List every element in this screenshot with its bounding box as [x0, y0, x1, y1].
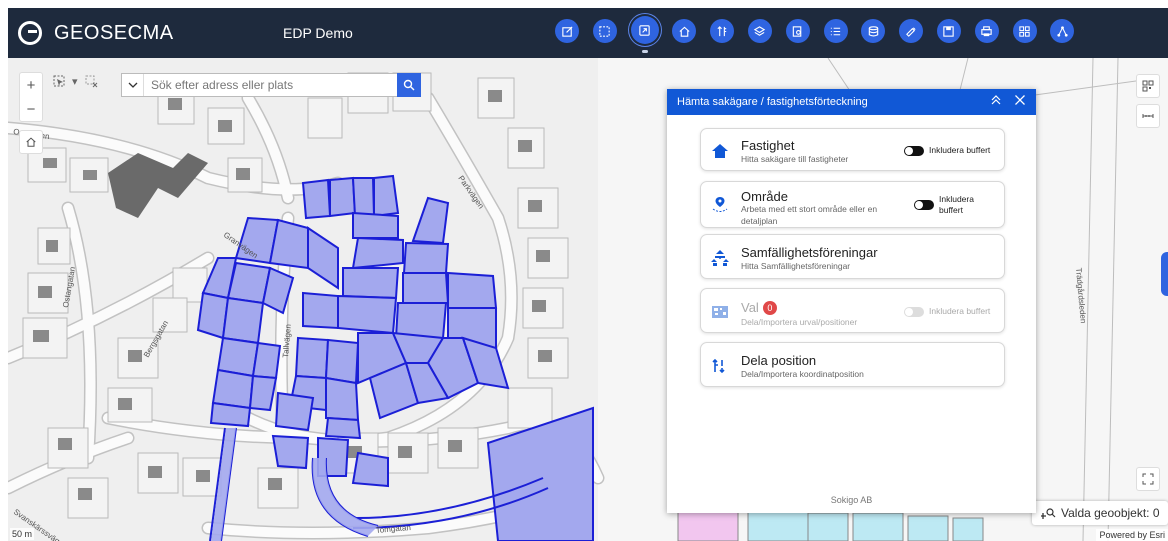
buffer-toggle[interactable]: Inkludera buffert	[914, 194, 989, 216]
qr-icon	[1142, 80, 1154, 92]
search-bar	[121, 73, 421, 97]
association-icon	[711, 250, 729, 266]
card-title-text: Val	[741, 300, 759, 315]
position-icon	[712, 358, 725, 374]
layers-icon	[754, 25, 766, 36]
sort-icon	[717, 25, 726, 36]
sort-tool-button[interactable]	[710, 19, 735, 43]
layers-tool-button[interactable]	[747, 19, 772, 43]
grid-icon	[1019, 25, 1030, 37]
card-subtitle: Dela/Importera koordinatposition	[741, 369, 864, 379]
clear-selection-icon[interactable]	[84, 74, 98, 88]
logo: GEOSECMA	[18, 21, 174, 45]
select-pointer-icon[interactable]	[52, 74, 66, 88]
app-title: EDP Demo	[283, 25, 353, 41]
select-dropdown-icon[interactable]: ▾	[72, 75, 78, 88]
card-title: Område	[741, 189, 788, 204]
edit-tool-button[interactable]	[555, 19, 579, 43]
panel-footer: Sokigo AB	[830, 495, 873, 505]
select-area-tool-button[interactable]	[592, 19, 617, 43]
card-title: Dela position	[741, 353, 817, 368]
zoom-controls: + −	[19, 72, 43, 122]
zoom-out-button[interactable]: −	[20, 97, 42, 121]
buffer-toggle[interactable]: Inkludera buffert	[904, 145, 990, 156]
search-icon	[403, 79, 415, 91]
save-icon	[943, 25, 955, 37]
scale-bar: 50 m	[10, 528, 35, 540]
fullscreen-icon	[1142, 473, 1154, 485]
card-title: Val 0	[741, 300, 777, 315]
card-subtitle: Arbeta med ett stort område eller en det…	[741, 204, 878, 226]
logo-text: GEOSECMA	[54, 21, 174, 44]
property-owner-panel: Hämta sakägare / fastighetsförteckning F…	[667, 89, 1036, 513]
share-icon	[639, 24, 650, 36]
card-title: Fastighet	[741, 138, 795, 153]
attribution: Powered by Esri	[1096, 529, 1168, 541]
toggle-switch	[904, 306, 924, 317]
buffer-toggle: Inkludera buffert	[904, 306, 990, 317]
panel-header: Hämta sakägare / fastighetsförteckning	[667, 89, 1036, 115]
toggle-label: Inkludera buffert	[929, 306, 991, 316]
search-button[interactable]	[397, 73, 421, 97]
card-subtitle: Hitta Samfällighetsföreningar	[741, 261, 851, 271]
ruler-icon	[1142, 114, 1154, 118]
qr-icon	[712, 306, 728, 318]
database-icon	[868, 25, 879, 36]
selected-objects-status[interactable]: Valda geoobjekt: 0	[1032, 501, 1168, 525]
search-input[interactable]	[144, 74, 397, 96]
network-tool-button[interactable]	[1050, 19, 1075, 43]
toolbar	[555, 16, 1088, 53]
home-icon	[26, 137, 36, 147]
area-pin-icon	[712, 197, 728, 212]
geosecma-logo-icon	[18, 21, 42, 45]
count-badge: 0	[762, 301, 777, 315]
card-omrade[interactable]: Område Arbeta med ett stort område eller…	[700, 181, 1005, 228]
house-icon	[712, 144, 728, 158]
home-extent-button[interactable]	[19, 130, 43, 154]
select-area-icon	[599, 25, 610, 37]
search-doc-icon	[793, 25, 802, 37]
print-tool-button[interactable]	[974, 19, 999, 43]
home-tool-button[interactable]	[672, 19, 697, 43]
toggle-label: Inkludera buffert	[939, 194, 974, 215]
fullscreen-button[interactable]	[1136, 467, 1160, 491]
app-header: GEOSECMA EDP Demo	[8, 8, 1168, 58]
home-icon	[679, 26, 690, 37]
card-val: Val 0 Dela/Importera urval/positioner Ink…	[700, 288, 1005, 333]
zoom-in-button[interactable]: +	[20, 73, 42, 97]
paint-tool-button[interactable]	[899, 19, 924, 43]
edit-icon	[561, 25, 573, 37]
database-tool-button[interactable]	[861, 19, 886, 43]
paint-icon	[905, 26, 916, 37]
selection-count-icon	[1041, 508, 1056, 519]
selection-tools: ▾	[52, 74, 98, 88]
measure-button[interactable]	[1136, 104, 1160, 128]
card-subtitle: Hitta sakägare till fastigheter	[741, 154, 849, 164]
share-tool-button[interactable]	[630, 16, 659, 53]
list-icon	[830, 27, 841, 35]
save-tool-button[interactable]	[936, 19, 961, 43]
card-subtitle: Dela/Importera urval/positioner	[741, 317, 858, 327]
network-icon	[1057, 25, 1068, 37]
print-icon	[981, 25, 992, 36]
toggle-label: Inkludera buffert	[929, 145, 991, 155]
card-fastighet[interactable]: Fastighet Hitta sakägare till fastighete…	[700, 128, 1005, 171]
card-samfallighetsforeningar[interactable]: Samfällighetsföreningar Hitta Samfälligh…	[700, 234, 1005, 279]
chevron-down-icon	[128, 82, 137, 88]
search-source-dropdown[interactable]	[122, 74, 144, 96]
card-dela-position[interactable]: Dela position Dela/Importera koordinatpo…	[700, 342, 1005, 387]
card-title: Samfällighetsföreningar	[741, 245, 878, 260]
list-tool-button[interactable]	[823, 19, 848, 43]
close-icon[interactable]	[1014, 94, 1026, 106]
qr-code-button[interactable]	[1136, 74, 1160, 98]
search-doc-tool-button[interactable]	[785, 19, 810, 43]
grid-tool-button[interactable]	[1012, 19, 1037, 43]
toggle-switch[interactable]	[914, 200, 934, 210]
collapse-icon[interactable]	[990, 94, 1002, 106]
toggle-switch[interactable]	[904, 145, 924, 156]
side-panel-toggle[interactable]	[1161, 252, 1168, 296]
selected-objects-label: Valda geoobjekt: 0	[1061, 506, 1160, 520]
panel-title: Hämta sakägare / fastighetsförteckning	[677, 96, 868, 108]
